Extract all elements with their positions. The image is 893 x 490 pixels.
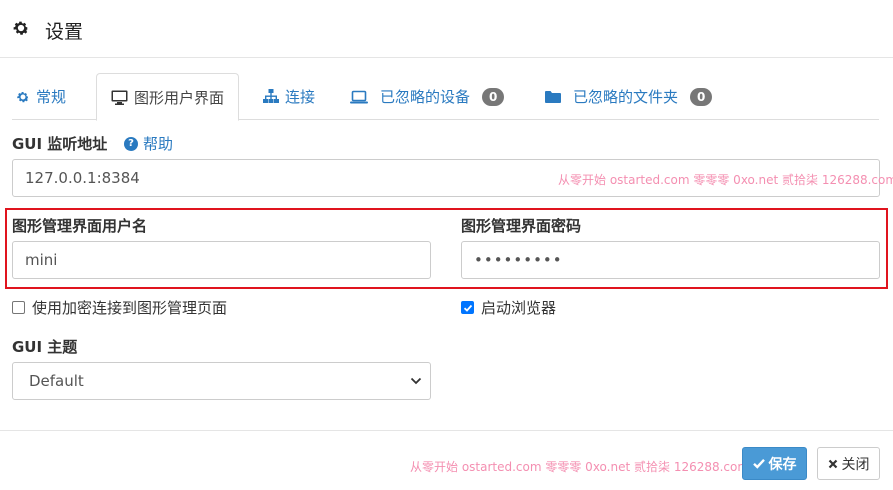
ignored-folders-count-badge: 0 [690,87,713,106]
username-value: mini [25,251,58,269]
check-icon [752,458,765,469]
tab-label: 已忽略的设备 [380,88,471,106]
check-icon [463,304,472,312]
tab-label: 图形用户界面 [134,88,225,107]
checkbox-unchecked[interactable] [12,301,25,314]
tab-gui[interactable]: 图形用户界面 [96,73,240,121]
checkbox-checked[interactable] [461,301,474,314]
start-browser-checkbox[interactable]: 启动浏览器 [461,297,556,318]
settings-tabs: 常规 图形用户界面 连接 已忽略的设备 0 已忽略的文件夹 0 [12,73,879,121]
close-icon [828,459,837,468]
watermark-text: 从零开始 ostarted.com 零零零 0xo.net 贰拾柒 126288… [410,460,750,474]
modal-header: 设置 [0,0,893,58]
save-label: 保存 [768,455,797,472]
use-https-label: 使用加密连接到图形管理页面 [32,299,228,317]
modal-footer: 从零开始 ostarted.com 零零零 0xo.net 贰拾柒 126288… [0,430,893,490]
use-https-checkbox[interactable]: 使用加密连接到图形管理页面 [12,297,227,318]
gui-theme-value: Default [29,372,84,390]
save-button[interactable]: 保存 [742,447,807,480]
gear-icon [17,91,29,102]
gui-listen-address-label: GUI 监听地址 [12,135,108,153]
chevron-down-icon [410,377,422,385]
close-button[interactable]: 关闭 [817,447,880,480]
sitemap-icon [263,89,279,103]
modal-title: 设置 [45,21,84,43]
gui-listen-address-value: 127.0.0.1:8384 [25,169,140,187]
username-label: 图形管理界面用户名 [12,217,148,235]
tab-ignored-folders[interactable]: 已忽略的文件夹 0 [545,73,713,120]
tab-label: 常规 [36,88,67,106]
gui-theme-select[interactable]: Default [12,362,431,400]
start-browser-label: 启动浏览器 [481,299,557,317]
ignored-devices-count-badge: 0 [482,87,505,106]
tab-label: 连接 [285,88,316,106]
tab-ignored-devices[interactable]: 已忽略的设备 0 [350,73,505,120]
question-circle-icon: ? [124,136,138,151]
help-link[interactable]: ? 帮助 [124,133,173,154]
folder-icon [545,90,561,103]
close-label: 关闭 [841,455,870,472]
password-input[interactable]: ••••••••• [461,241,880,279]
gear-icon [13,21,29,35]
laptop-icon [350,90,368,103]
monitor-icon [111,90,128,105]
tab-general[interactable]: 常规 [16,73,66,120]
password-label: 图形管理界面密码 [461,217,582,235]
username-input[interactable]: mini [12,241,431,279]
tab-connections[interactable]: 连接 [263,73,315,120]
help-label: 帮助 [143,135,174,153]
tab-label: 已忽略的文件夹 [573,88,679,106]
gui-theme-label: GUI 主题 [12,338,78,356]
password-value: ••••••••• [474,251,563,269]
watermark-text: 从零开始 ostarted.com 零零零 0xo.net 贰拾柒 126288… [558,173,893,187]
